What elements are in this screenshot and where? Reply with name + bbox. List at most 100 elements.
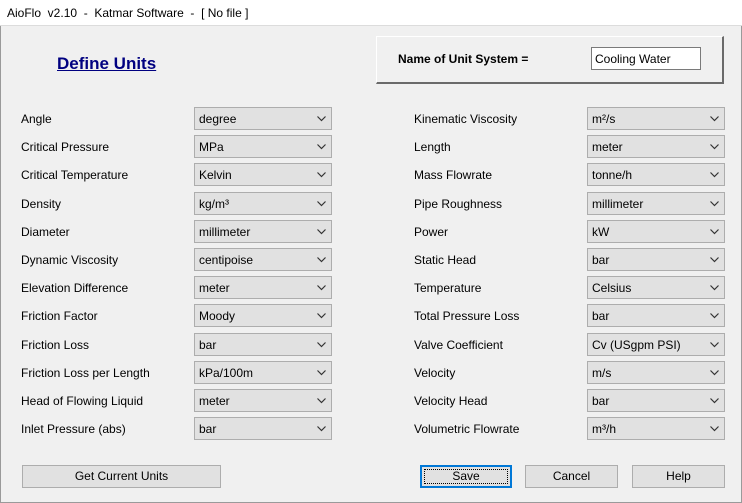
dropdown-selected-value: m²/s xyxy=(592,112,616,126)
chevron-down-icon xyxy=(317,229,326,235)
chevron-down-icon xyxy=(710,313,719,319)
chevron-down-icon xyxy=(317,398,326,404)
right-unit-dropdown[interactable]: m²/s xyxy=(587,107,725,130)
dropdown-selected-value: tonne/h xyxy=(592,168,633,182)
chevron-down-icon xyxy=(710,144,719,150)
right-unit-dropdown[interactable]: meter xyxy=(587,135,725,158)
left-unit-dropdown[interactable]: kg/m³ xyxy=(194,192,332,215)
unit-system-panel: Name of Unit System = xyxy=(376,36,724,84)
right-unit-label: Static Head xyxy=(414,253,477,267)
dropdown-selected-value: kPa/100m xyxy=(199,366,254,380)
left-unit-label: Friction Loss per Length xyxy=(21,366,150,380)
left-unit-dropdown[interactable]: meter xyxy=(194,276,332,299)
left-unit-dropdown[interactable]: Moody xyxy=(194,304,332,327)
unit-system-name-input[interactable] xyxy=(591,47,701,70)
right-unit-label: Volumetric Flowrate xyxy=(414,422,520,436)
chevron-down-icon xyxy=(317,313,326,319)
unit-system-label: Name of Unit System = xyxy=(398,52,529,66)
right-unit-dropdown[interactable]: bar xyxy=(587,389,725,412)
right-unit-label: Pipe Roughness xyxy=(414,197,503,211)
left-unit-dropdown[interactable]: degree xyxy=(194,107,332,130)
left-unit-dropdown[interactable]: kPa/100m xyxy=(194,361,332,384)
dropdown-selected-value: kW xyxy=(592,225,610,239)
dropdown-selected-value: kg/m³ xyxy=(199,197,229,211)
cancel-button[interactable]: Cancel xyxy=(525,465,618,488)
chevron-down-icon xyxy=(710,201,719,207)
save-button[interactable]: Save xyxy=(420,465,512,488)
right-unit-label: Velocity Head xyxy=(414,394,488,408)
help-label: Help xyxy=(666,469,691,483)
cancel-label: Cancel xyxy=(552,469,591,483)
right-unit-dropdown[interactable]: Celsius xyxy=(587,276,725,299)
right-unit-dropdown[interactable]: Cv (USgpm PSI) xyxy=(587,333,725,356)
left-unit-label: Head of Flowing Liquid xyxy=(21,394,144,408)
chevron-down-icon xyxy=(710,370,719,376)
left-unit-dropdown[interactable]: Kelvin xyxy=(194,163,332,186)
left-unit-dropdown[interactable]: meter xyxy=(194,389,332,412)
left-unit-dropdown[interactable]: millimeter xyxy=(194,220,332,243)
chevron-down-icon xyxy=(317,342,326,348)
chevron-down-icon xyxy=(317,370,326,376)
chevron-down-icon xyxy=(710,257,719,263)
right-unit-label: Power xyxy=(414,225,449,239)
dropdown-selected-value: millimeter xyxy=(199,225,251,239)
right-unit-label: Valve Coefficient xyxy=(414,338,503,352)
dropdown-selected-value: meter xyxy=(199,281,230,295)
page-title: Define Units xyxy=(57,54,157,73)
get-current-units-label: Get Current Units xyxy=(74,469,169,483)
right-unit-label: Total Pressure Loss xyxy=(414,309,520,323)
left-unit-label: Elevation Difference xyxy=(21,281,129,295)
left-unit-label: Angle xyxy=(21,112,52,126)
chevron-down-icon xyxy=(317,426,326,432)
dropdown-selected-value: bar xyxy=(592,253,610,267)
dropdown-selected-value: MPa xyxy=(199,140,224,154)
right-unit-dropdown[interactable]: tonne/h xyxy=(587,163,725,186)
dropdown-selected-value: degree xyxy=(199,112,237,126)
dropdown-selected-value: bar xyxy=(592,394,610,408)
dropdown-selected-value: Celsius xyxy=(592,281,632,295)
right-unit-label: Temperature xyxy=(414,281,482,295)
left-unit-dropdown[interactable]: centipoise xyxy=(194,248,332,271)
right-unit-dropdown[interactable]: bar xyxy=(587,304,725,327)
right-unit-dropdown[interactable]: bar xyxy=(587,248,725,271)
dropdown-selected-value: centipoise xyxy=(199,253,254,267)
dropdown-selected-value: bar xyxy=(592,309,610,323)
right-unit-dropdown[interactable]: kW xyxy=(587,220,725,243)
get-current-units-button[interactable]: Get Current Units xyxy=(22,465,221,488)
left-unit-label: Inlet Pressure (abs) xyxy=(21,422,126,436)
dropdown-selected-value: Kelvin xyxy=(199,168,232,182)
chevron-down-icon xyxy=(710,426,719,432)
left-unit-dropdown[interactable]: bar xyxy=(194,333,332,356)
right-unit-label: Length xyxy=(414,140,451,154)
dropdown-selected-value: meter xyxy=(199,394,230,408)
chevron-down-icon xyxy=(710,398,719,404)
left-unit-label: Diameter xyxy=(21,225,70,239)
window-title: AioFlo v2.10 - Katmar Software - [ No fi… xyxy=(7,6,249,20)
chevron-down-icon xyxy=(710,342,719,348)
left-unit-label: Density xyxy=(21,197,62,211)
chevron-down-icon xyxy=(317,201,326,207)
left-unit-label: Friction Loss xyxy=(21,338,90,352)
right-unit-dropdown[interactable]: millimeter xyxy=(587,192,725,215)
dropdown-selected-value: m/s xyxy=(592,366,612,380)
dropdown-selected-value: Cv (USgpm PSI) xyxy=(592,338,681,352)
dropdown-selected-value: m³/h xyxy=(592,422,616,436)
chevron-down-icon xyxy=(317,144,326,150)
chevron-down-icon xyxy=(710,116,719,122)
left-unit-label: Critical Temperature xyxy=(21,168,129,182)
dropdown-selected-value: bar xyxy=(199,422,217,436)
left-unit-dropdown[interactable]: MPa xyxy=(194,135,332,158)
right-unit-label: Velocity xyxy=(414,366,456,380)
chevron-down-icon xyxy=(317,116,326,122)
help-button[interactable]: Help xyxy=(632,465,725,488)
dropdown-selected-value: Moody xyxy=(199,309,236,323)
dropdown-selected-value: millimeter xyxy=(592,197,644,211)
right-unit-dropdown[interactable]: m³/h xyxy=(587,417,725,440)
right-unit-dropdown[interactable]: m/s xyxy=(587,361,725,384)
chevron-down-icon xyxy=(710,172,719,178)
title-bar: AioFlo v2.10 - Katmar Software - [ No fi… xyxy=(0,0,742,26)
left-unit-dropdown[interactable]: bar xyxy=(194,417,332,440)
right-unit-label: Mass Flowrate xyxy=(414,168,493,182)
dropdown-selected-value: meter xyxy=(592,140,623,154)
left-unit-label: Critical Pressure xyxy=(21,140,110,154)
